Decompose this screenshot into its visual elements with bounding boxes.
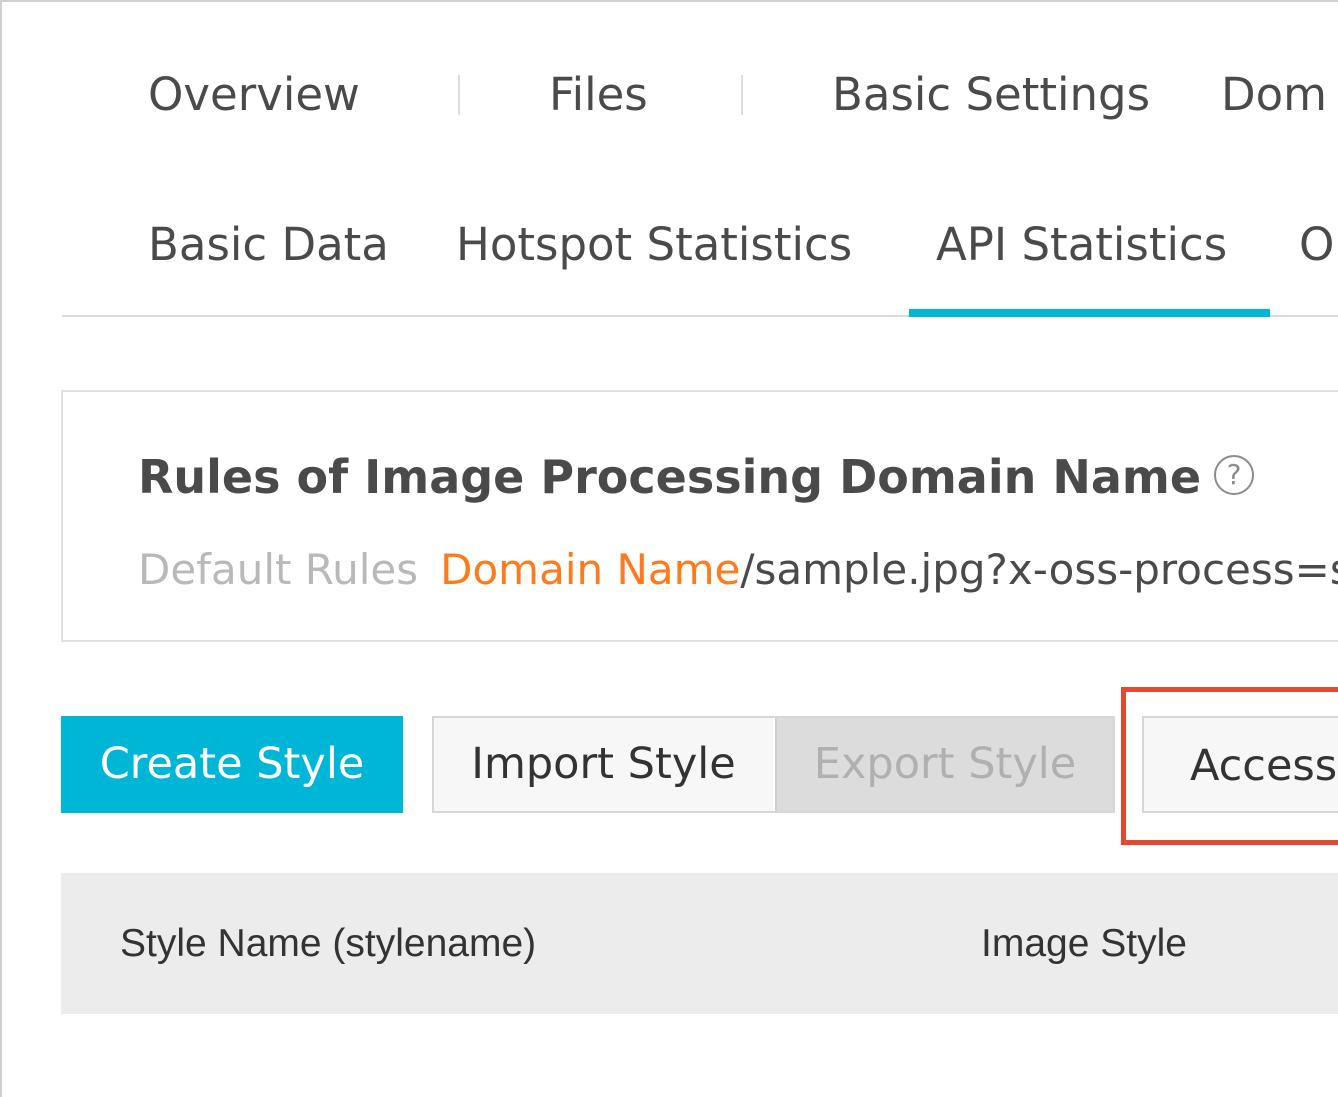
column-header-style-name[interactable]: Style Name (stylename) <box>120 873 536 1014</box>
column-header-image-style[interactable]: Image Style <box>981 873 1187 1014</box>
tab-basic-data[interactable]: Basic Data <box>148 212 389 278</box>
tab-bar: Basic Data Hotspot Statistics API Statis… <box>0 212 1338 318</box>
sample-path-text: /sample.jpg?x-oss-process=st <box>740 545 1338 594</box>
active-tab-indicator <box>909 309 1270 317</box>
nav-separator <box>458 75 460 115</box>
rules-panel <box>61 390 1338 642</box>
primary-nav: Overview Files Basic Settings Dom <box>0 62 1338 128</box>
export-style-button: Export Style <box>775 718 1113 811</box>
nav-item-files[interactable]: Files <box>549 62 648 128</box>
tab-hotspot-statistics[interactable]: Hotspot Statistics <box>456 212 852 278</box>
nav-item-basic-settings[interactable]: Basic Settings <box>832 62 1150 128</box>
default-rules-line: Default Rules Domain Name/sample.jpg?x-os… <box>138 540 1338 600</box>
rules-title: Rules of Image Processing Domain Name <box>138 450 1202 504</box>
nav-item-domain[interactable]: Dom <box>1221 62 1327 128</box>
help-icon[interactable]: ? <box>1214 455 1254 495</box>
import-style-button[interactable]: Import Style <box>434 718 773 811</box>
highlight-annotation-box <box>1121 687 1338 845</box>
styles-table-header: Style Name (stylename) Image Style <box>61 873 1338 1014</box>
nav-separator <box>741 75 743 115</box>
tab-other[interactable]: O <box>1299 212 1334 278</box>
default-rules-label: Default Rules <box>138 545 419 594</box>
domain-name-text: Domain Name <box>440 545 741 594</box>
tab-api-statistics[interactable]: API Statistics <box>936 212 1227 278</box>
create-style-button[interactable]: Create Style <box>61 716 403 813</box>
nav-item-overview[interactable]: Overview <box>148 62 360 128</box>
